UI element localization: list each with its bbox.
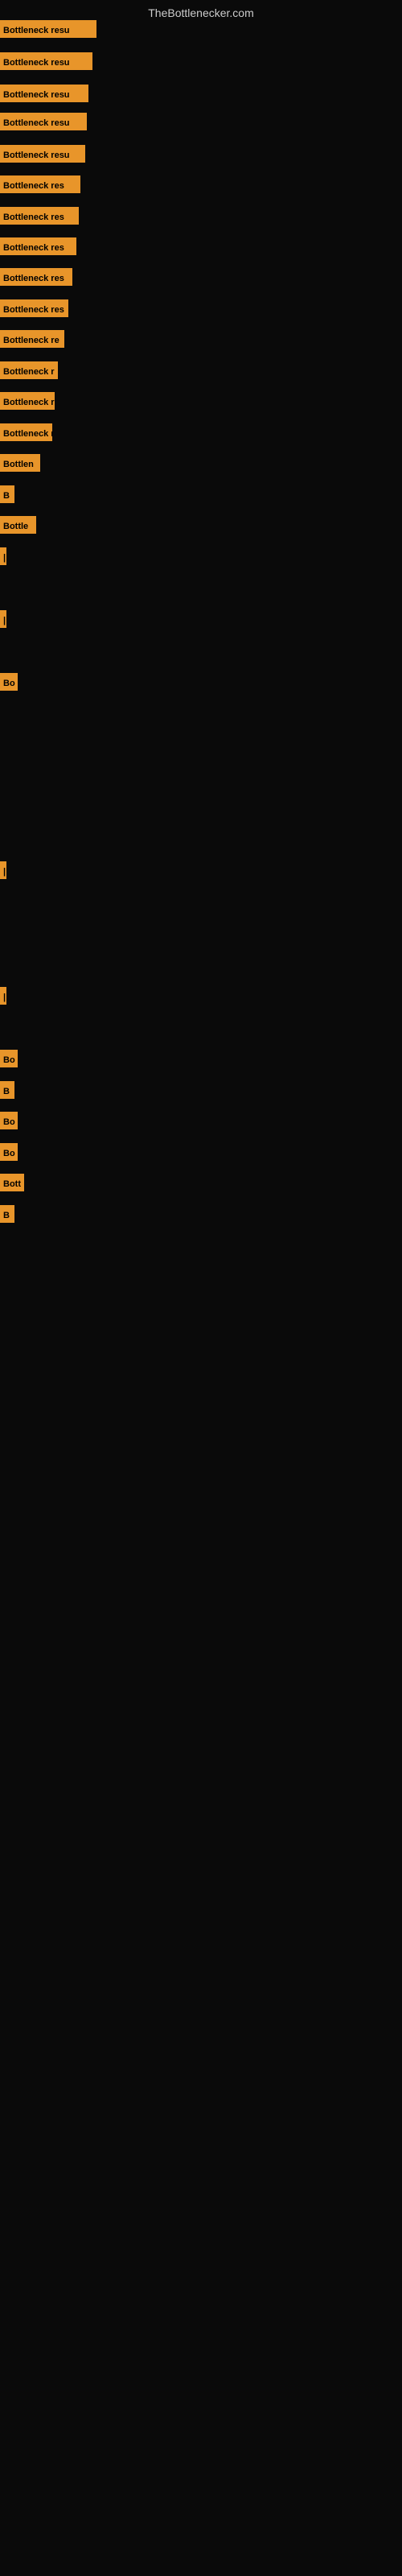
bottleneck-label-14: Bottlen — [0, 454, 40, 472]
bottleneck-label-25: Bo — [0, 1143, 18, 1161]
bottleneck-label-4: Bottleneck resu — [0, 145, 85, 163]
bottleneck-label-16: Bottle — [0, 516, 36, 534]
bottleneck-label-9: Bottleneck res — [0, 299, 68, 317]
bottleneck-label-15: B — [0, 485, 14, 503]
bottleneck-label-12: Bottleneck r — [0, 392, 55, 410]
bottleneck-label-3: Bottleneck resu — [0, 113, 87, 130]
bottleneck-label-27: B — [0, 1205, 14, 1223]
bottleneck-label-11: Bottleneck r — [0, 361, 58, 379]
bottleneck-label-26: Bott — [0, 1174, 24, 1191]
bottleneck-label-19: Bo — [0, 673, 18, 691]
bottleneck-label-2: Bottleneck resu — [0, 85, 88, 102]
bottleneck-label-22: Bo — [0, 1050, 18, 1067]
bottleneck-label-13: Bottleneck r — [0, 423, 52, 441]
bottleneck-label-21: | — [0, 987, 6, 1005]
bottleneck-label-0: Bottleneck resu — [0, 20, 96, 38]
bottleneck-label-17: | — [0, 547, 6, 565]
bottleneck-label-24: Bo — [0, 1112, 18, 1129]
bottleneck-label-7: Bottleneck res — [0, 237, 76, 255]
bottleneck-label-1: Bottleneck resu — [0, 52, 92, 70]
bottleneck-label-6: Bottleneck res — [0, 207, 79, 225]
bottleneck-label-18: | — [0, 610, 6, 628]
bottleneck-label-20: | — [0, 861, 6, 879]
bottleneck-label-10: Bottleneck re — [0, 330, 64, 348]
bottleneck-label-5: Bottleneck res — [0, 175, 80, 193]
bottleneck-label-8: Bottleneck res — [0, 268, 72, 286]
bottleneck-label-23: B — [0, 1081, 14, 1099]
site-title: TheBottlenecker.com — [0, 0, 402, 23]
